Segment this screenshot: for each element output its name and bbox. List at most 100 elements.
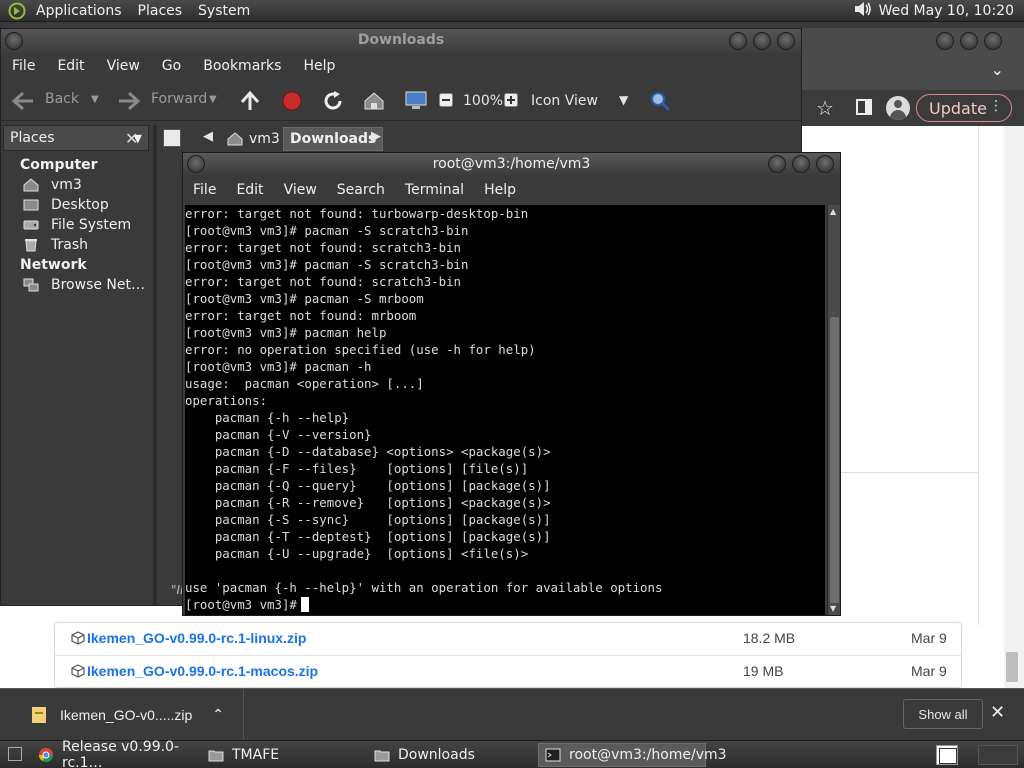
terminal-output[interactable]: error: target not found: turbowarp-deskt…: [185, 205, 825, 615]
table-row: Ikemen_GO-v0.99.0-rc.1-linux.zip 18.2 MB…: [55, 623, 961, 656]
menu-help[interactable]: Help: [292, 58, 346, 74]
bookmark-star-icon[interactable]: ☆: [816, 96, 834, 120]
minimize-button[interactable]: [936, 32, 954, 50]
home-folder-icon[interactable]: [363, 90, 385, 112]
menu-terminal[interactable]: Terminal: [395, 182, 474, 198]
home-folder-icon: [227, 132, 243, 146]
terminal-prompt-line[interactable]: [root@vm3 vm3]#: [185, 596, 309, 613]
terminal-scrollbar[interactable]: ▲ ▼: [827, 205, 840, 615]
window-title: Downloads: [357, 32, 445, 48]
show-all-button[interactable]: Show all: [903, 699, 983, 729]
terminal-line: use 'pacman {-h --help}' with an operati…: [185, 580, 663, 595]
menu-file[interactable]: File: [1, 58, 46, 74]
page-scrollbar[interactable]: [1004, 126, 1024, 716]
sidebar-item-trash[interactable]: Trash: [23, 237, 88, 253]
location-edit-icon[interactable]: [163, 129, 181, 147]
workspace-switcher-empty[interactable]: [978, 745, 1018, 765]
applications-menu[interactable]: Applications: [28, 3, 130, 19]
folder-icon: [208, 747, 224, 763]
more-menu-icon[interactable]: ⋮: [989, 98, 1003, 114]
top-panel: Applications Places System Wed May 10, 1…: [0, 0, 1024, 22]
places-menu[interactable]: Places: [130, 3, 191, 19]
taskbar-item-terminal[interactable]: root@vm3:/home/vm3: [538, 743, 727, 767]
menu-file[interactable]: File: [183, 182, 226, 198]
menu-edit[interactable]: Edit: [46, 58, 95, 74]
sidebar-item-label: Desktop: [51, 197, 109, 213]
sidebar-item-browse-network[interactable]: Browse Net…: [23, 277, 145, 293]
forward-history-dropdown-icon[interactable]: ▼: [209, 94, 217, 105]
reload-icon[interactable]: [322, 90, 344, 112]
close-shelf-icon[interactable]: ✕: [990, 702, 1005, 723]
sidebar-item-label: Browse Net…: [51, 277, 146, 293]
close-button[interactable]: [816, 155, 834, 173]
asset-link[interactable]: Ikemen_GO-v0.99.0-rc.1-macos.zip: [87, 663, 318, 679]
close-sidebar-icon[interactable]: ✕: [125, 129, 138, 148]
gnome-foot-icon[interactable]: [6, 0, 28, 22]
scroll-up-arrow-icon[interactable]: ▲: [830, 207, 836, 216]
menu-bookmarks[interactable]: Bookmarks: [192, 58, 292, 74]
taskbar-item-browser[interactable]: Release v0.99.0-rc.1…: [32, 739, 202, 768]
up-arrow-icon[interactable]: [239, 90, 261, 112]
view-mode-select[interactable]: Icon View: [531, 93, 598, 109]
minimize-button[interactable]: [729, 32, 747, 50]
maximize-button[interactable]: [792, 155, 810, 173]
zoom-out-icon[interactable]: [439, 93, 453, 107]
clock[interactable]: Wed May 10, 10:20: [879, 3, 1014, 19]
close-button[interactable]: [984, 32, 1002, 50]
back-button[interactable]: Back: [45, 91, 79, 107]
chevron-up-icon[interactable]: ⌃: [212, 707, 224, 723]
terminal-scrollbar-thumb[interactable]: [830, 317, 839, 603]
update-button[interactable]: Update ⋮: [916, 94, 1012, 122]
update-label: Update: [929, 98, 987, 118]
computer-icon[interactable]: [404, 90, 427, 112]
taskbar-item-downloads[interactable]: Downloads: [368, 743, 538, 767]
terminal-line: pacman {-U --upgrade} [options] <file(s)…: [185, 546, 529, 561]
sidebar-item-desktop[interactable]: Desktop: [23, 197, 109, 213]
terminal-line: [root@vm3 vm3]# pacman help: [185, 325, 387, 340]
menu-view[interactable]: View: [96, 58, 151, 74]
forward-button[interactable]: Forward: [151, 91, 207, 107]
terminal-titlebar[interactable]: root@vm3:/home/vm3: [183, 153, 840, 175]
profile-avatar[interactable]: [886, 96, 910, 120]
page-scrollbar-thumb[interactable]: [1006, 652, 1018, 682]
stop-icon[interactable]: [281, 90, 303, 112]
terminal-line: error: no operation specified (use -h fo…: [185, 342, 536, 357]
path-left-arrow-icon[interactable]: ◀: [203, 129, 213, 144]
zoom-in-icon[interactable]: [504, 93, 518, 107]
menu-help[interactable]: Help: [474, 182, 526, 198]
forward-arrow-icon[interactable]: [117, 90, 141, 112]
maximize-button[interactable]: [960, 32, 978, 50]
sidebar-item-vm3[interactable]: vm3: [23, 177, 82, 193]
taskbar-item-tmafe[interactable]: TMAFE: [202, 743, 368, 767]
minimize-button[interactable]: [768, 155, 786, 173]
view-mode-dropdown-icon[interactable]: ▼: [619, 93, 628, 107]
close-button[interactable]: [777, 32, 795, 50]
download-item[interactable]: Ikemen_GO-v0.....zip ⌃: [12, 689, 244, 741]
tab-search-chevron-icon[interactable]: ⌄: [991, 60, 1004, 79]
search-icon[interactable]: [649, 90, 671, 112]
path-right-arrow-icon[interactable]: ▶: [371, 129, 381, 144]
menu-go[interactable]: Go: [151, 58, 192, 74]
show-desktop-icon[interactable]: [8, 747, 22, 761]
terminal-window: root@vm3:/home/vm3 File Edit View Search…: [182, 152, 841, 616]
back-history-dropdown-icon[interactable]: ▼: [91, 94, 99, 105]
asset-link[interactable]: Ikemen_GO-v0.99.0-rc.1-linux.zip: [87, 630, 306, 646]
scroll-down-arrow-icon[interactable]: ▼: [830, 604, 836, 613]
package-icon: [71, 664, 85, 678]
menu-edit[interactable]: Edit: [226, 182, 273, 198]
system-menu[interactable]: System: [190, 3, 258, 19]
window-controls: [729, 32, 795, 50]
file-manager-titlebar[interactable]: Downloads: [1, 29, 801, 53]
terminal-line: error: target not found: mrboom: [185, 308, 417, 323]
menu-view[interactable]: View: [274, 182, 327, 198]
maximize-button[interactable]: [753, 32, 771, 50]
terminal-line: pacman {-T --deptest} [options] [package…: [185, 529, 551, 544]
back-arrow-icon[interactable]: [11, 90, 33, 112]
sidebar-item-file-system[interactable]: File System: [23, 217, 131, 233]
workspace-switcher[interactable]: [936, 745, 958, 765]
menu-search[interactable]: Search: [327, 182, 395, 198]
side-panel-icon[interactable]: [856, 99, 872, 115]
path-segment-vm3[interactable]: vm3: [221, 127, 286, 151]
volume-icon[interactable]: [853, 0, 873, 22]
path-segment-downloads[interactable]: Downloads: [283, 127, 384, 151]
